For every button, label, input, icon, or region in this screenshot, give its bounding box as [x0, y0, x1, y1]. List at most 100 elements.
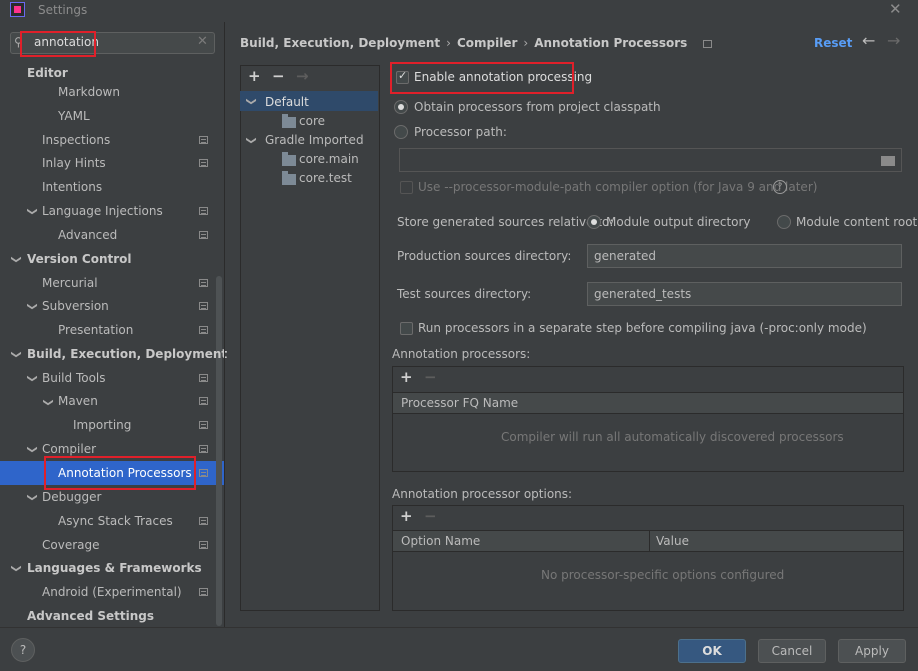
project-scope-icon [199, 541, 208, 549]
chevron-down-icon[interactable]: ❯ [27, 207, 38, 215]
project-scope-icon [199, 517, 208, 525]
forward-arrow-icon[interactable]: → [887, 31, 900, 50]
cancel-button[interactable]: Cancel [758, 639, 826, 663]
test-dir-label: Test sources directory: [397, 287, 532, 301]
option-name-header[interactable]: Option Name [393, 530, 650, 552]
selected-profile-highlight [240, 91, 378, 111]
add-option-button[interactable]: + [400, 507, 413, 525]
tree-item-inlay-hints[interactable]: Inlay Hints [42, 153, 106, 175]
remove-processor-button[interactable]: − [424, 368, 437, 386]
chevron-down-icon[interactable]: ❯ [27, 374, 38, 382]
tree-item-markdown[interactable]: Markdown [58, 82, 120, 104]
chevron-right-icon: › [523, 36, 529, 50]
chevron-down-icon[interactable]: ❯ [43, 398, 54, 406]
breadcrumb: Build, Execution, Deployment › Compiler › An… [240, 36, 713, 50]
tree-item-debugger[interactable]: Debugger [42, 487, 101, 509]
tree-item-languages-frameworks[interactable]: Languages & Frameworks [27, 558, 202, 580]
browse-folder-icon[interactable] [881, 156, 895, 166]
processor-path-input[interactable] [399, 148, 902, 172]
help-icon[interactable]: ? [773, 180, 787, 194]
module-output-label[interactable]: Module output directory [606, 215, 751, 229]
tree-item-inspections[interactable]: Inspections [42, 130, 110, 152]
obtain-classpath-radio[interactable] [394, 100, 408, 114]
title-bar [0, 0, 918, 22]
obtain-classpath-label[interactable]: Obtain processors from project classpath [414, 100, 661, 114]
tree-item-language-injections[interactable]: Language Injections [42, 201, 163, 223]
tree-scrollbar[interactable] [216, 276, 222, 626]
chevron-down-icon[interactable]: ❯ [11, 564, 22, 572]
move-profile-button[interactable]: → [296, 67, 309, 85]
tree-item-importing[interactable]: Importing [73, 415, 131, 437]
module-path-label: Use --processor-module-path compiler opt… [418, 180, 818, 194]
chevron-down-icon[interactable]: ❯ [27, 302, 38, 310]
tree-item-version-control[interactable]: Version Control [27, 249, 132, 271]
add-profile-button[interactable]: + [248, 67, 261, 85]
project-scope-icon [199, 397, 208, 405]
tree-item-intentions[interactable]: Intentions [42, 177, 102, 199]
run-separate-label[interactable]: Run processors in a separate step before… [418, 321, 867, 335]
tree-item-android[interactable]: Android (Experimental) [42, 582, 182, 604]
module-core-test[interactable]: core.test [299, 168, 352, 190]
help-button[interactable]: ? [11, 638, 35, 662]
tree-item-maven[interactable]: Maven [58, 391, 98, 413]
module-path-checkbox[interactable] [400, 181, 413, 194]
project-scope-icon [199, 421, 208, 429]
chevron-down-icon[interactable]: ❯ [27, 445, 38, 453]
close-icon[interactable]: ✕ [889, 0, 902, 18]
project-scope-icon [199, 588, 208, 596]
project-scope-icon [199, 207, 208, 215]
tree-item-yaml[interactable]: YAML [58, 106, 90, 128]
ok-button[interactable]: OK [678, 639, 746, 663]
project-scope-icon [199, 326, 208, 334]
add-processor-button[interactable]: + [400, 368, 413, 386]
run-separate-checkbox[interactable] [400, 322, 413, 335]
bottom-divider [0, 627, 918, 628]
tree-item-mercurial[interactable]: Mercurial [42, 273, 98, 295]
tree-item-advanced-settings[interactable]: Advanced Settings [27, 606, 154, 628]
production-dir-input[interactable]: generated [587, 244, 902, 268]
breadcrumb-item[interactable]: Compiler [457, 36, 517, 50]
tree-item-async-stack-traces[interactable]: Async Stack Traces [58, 511, 173, 533]
chevron-down-icon[interactable]: ❯ [27, 493, 38, 501]
chevron-down-icon[interactable]: ❯ [11, 255, 22, 263]
chevron-down-icon[interactable]: ❯ [246, 97, 257, 105]
option-value-header[interactable]: Value [650, 530, 903, 552]
processor-path-radio[interactable] [394, 125, 408, 139]
project-scope-icon [199, 469, 208, 477]
chevron-right-icon: › [446, 36, 451, 50]
breadcrumb-item[interactable]: Build, Execution, Deployment [240, 36, 440, 50]
enable-highlight-frame [390, 62, 574, 94]
tree-item-advanced[interactable]: Advanced [58, 225, 117, 247]
test-dir-input[interactable]: generated_tests [587, 282, 902, 306]
processor-fq-name-header[interactable]: Processor FQ Name [393, 392, 903, 414]
module-folder-icon [282, 152, 296, 166]
processor-path-label[interactable]: Processor path: [414, 125, 507, 139]
processor-options-table [392, 505, 904, 611]
search-highlight-frame [20, 31, 96, 57]
tree-item-build-tools[interactable]: Build Tools [42, 368, 106, 390]
module-folder-icon [282, 114, 296, 128]
chevron-down-icon[interactable]: ❯ [246, 136, 257, 144]
module-content-radio[interactable] [777, 215, 791, 229]
project-scope-icon [199, 374, 208, 382]
tree-item-presentation[interactable]: Presentation [58, 320, 133, 342]
tree-item-build-execution-deployment[interactable]: Build, Execution, Deployment [27, 344, 227, 366]
project-scope-icon [199, 445, 208, 453]
reset-link[interactable]: Reset [814, 36, 852, 50]
processor-options-label: Annotation processor options: [392, 487, 573, 501]
tree-item-coverage[interactable]: Coverage [42, 535, 100, 557]
back-arrow-icon[interactable]: ← [862, 31, 875, 50]
clear-search-icon[interactable]: ✕ [197, 34, 208, 49]
options-empty-text: No processor-specific options configured [541, 568, 785, 582]
tree-item-subversion[interactable]: Subversion [42, 296, 109, 318]
apply-button[interactable]: Apply [838, 639, 906, 663]
chevron-down-icon[interactable]: ❯ [11, 350, 22, 358]
module-content-label[interactable]: Module content root [796, 215, 917, 229]
project-scope-icon [199, 279, 208, 287]
module-folder-icon [282, 171, 296, 185]
panel-divider[interactable] [224, 22, 225, 627]
remove-option-button[interactable]: − [424, 507, 437, 525]
module-output-radio[interactable] [587, 215, 601, 229]
remove-profile-button[interactable]: − [272, 67, 285, 85]
app-logo-icon [10, 2, 25, 17]
